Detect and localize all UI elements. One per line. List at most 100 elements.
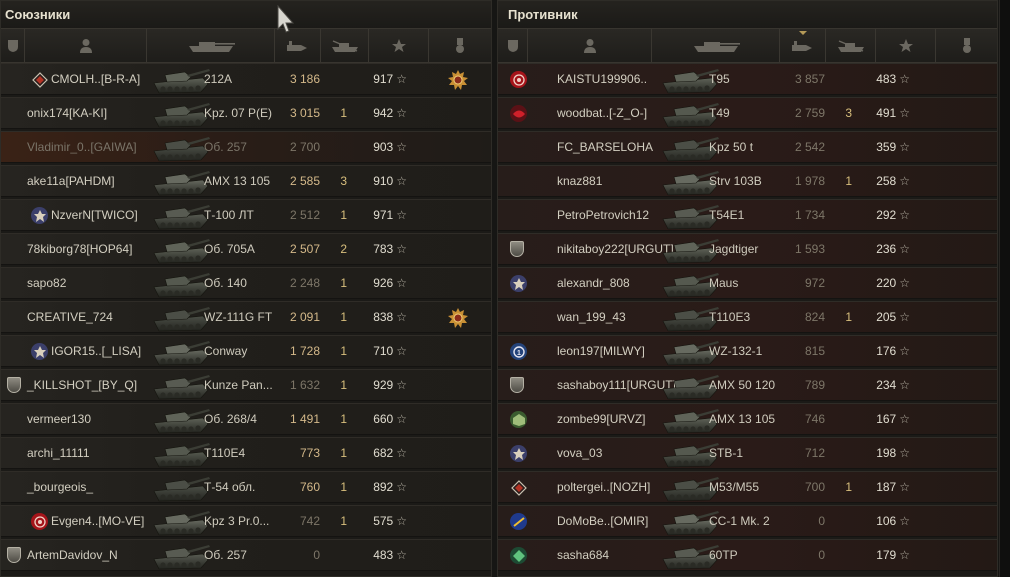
xp-cell: 258 ☆ — [850, 166, 910, 197]
player-name[interactable]: PetroPetrovich12 — [557, 200, 649, 231]
player-row[interactable]: CREATIVE_724 WZ-111G FT 2 091 1 838 ☆ — [1, 301, 491, 333]
player-name[interactable]: zombe99[URVZ] — [557, 404, 645, 435]
vehicle-name: Об. 257 — [204, 548, 247, 562]
player-row[interactable]: СМОLH..[B-R-A] 212А 3 186 917 ☆ — [1, 63, 491, 95]
damage-value: 972 — [804, 276, 825, 290]
player-name[interactable]: woodbat..[-Z_O-] — [557, 98, 647, 129]
clan-emblem-icon — [510, 105, 527, 122]
player-name[interactable]: DoMoBe..[OMIR] — [557, 506, 648, 537]
damage-value: 1 593 — [794, 242, 825, 256]
player-name[interactable]: vermeer130 — [27, 404, 91, 435]
player-name[interactable]: alexandr_808 — [557, 268, 630, 299]
xp-cell: 198 ☆ — [850, 438, 910, 469]
vehicle-name: 60TP — [709, 548, 738, 562]
player-row[interactable]: nikitaboy222[URGUT] Jagdtiger 1 593 236 ☆ — [498, 233, 997, 265]
player-column-header[interactable] — [25, 29, 147, 62]
player-row[interactable]: knaz881 Strv 103B 1 978 1 258 ☆ — [498, 165, 997, 197]
player-row[interactable]: onix174[KA-KI] Kpz. 07 P(E) 3 015 1 942 ☆ — [1, 97, 491, 129]
player-row[interactable]: zombe99[URVZ] AMX 13 105 746 167 ☆ — [498, 403, 997, 435]
medal-icon[interactable] — [448, 308, 468, 328]
player-name[interactable]: sasha684 — [557, 540, 609, 571]
player-row[interactable]: sasha684 60TP 0 179 ☆ — [498, 539, 997, 571]
player-name[interactable]: _bourgeois_ — [27, 472, 93, 503]
damage-column-header[interactable] — [780, 29, 826, 62]
vehicle-name: T95 — [709, 72, 730, 86]
player-name[interactable]: NzverN[TWICO] — [51, 200, 138, 231]
player-name[interactable]: _KILLSHOT_[BY_Q] — [27, 370, 137, 401]
xp-cell: 292 ☆ — [850, 200, 910, 231]
player-name[interactable]: leon197[MILWY] — [557, 336, 645, 367]
player-name[interactable]: archi_11111 — [27, 438, 90, 469]
player-name[interactable]: СМОLH..[B-R-A] — [51, 64, 140, 95]
rank-column-header[interactable] — [498, 29, 528, 62]
player-row[interactable]: sapo82 Об. 140 2 248 1 926 ☆ — [1, 267, 491, 299]
player-row[interactable]: vova_03 STB-1 712 198 ☆ — [498, 437, 997, 469]
player-row[interactable]: _bourgeois_ Т-54 обл. 760 1 892 ☆ — [1, 471, 491, 503]
star-icon: ☆ — [396, 174, 407, 188]
damage-column-header[interactable] — [275, 29, 321, 62]
player-row[interactable]: alexandr_808 Maus 972 220 ☆ — [498, 267, 997, 299]
xp-cell: 167 ☆ — [850, 404, 910, 435]
player-row[interactable]: wan_199_43 T110E3 824 1 205 ☆ — [498, 301, 997, 333]
player-row[interactable]: PetroPetrovich12 T54E1 1 734 292 ☆ — [498, 199, 997, 231]
player-column-header[interactable] — [528, 29, 652, 62]
player-row[interactable]: NzverN[TWICO] Т-100 ЛТ 2 512 1 971 ☆ — [1, 199, 491, 231]
kills-value: 1 — [845, 174, 852, 188]
player-name[interactable]: onix174[KA-KI] — [27, 98, 107, 129]
player-name[interactable]: vova_03 — [557, 438, 602, 469]
player-row[interactable]: FC_BARSELOHA Kpz 50 t 2 542 359 ☆ — [498, 131, 997, 163]
tank-icon — [151, 405, 211, 434]
player-name[interactable]: 78kiborg78[HOP64] — [27, 234, 132, 265]
player-name[interactable]: ake11a[PAHDM] — [27, 166, 115, 197]
player-row[interactable]: poltergei..[NOZH] M53/M55 700 1 187 ☆ — [498, 471, 997, 503]
vehicle-name: CC-1 Mk. 2 — [709, 514, 770, 528]
player-name[interactable]: CREATIVE_724 — [27, 302, 113, 333]
tank-column-header[interactable] — [147, 29, 275, 62]
player-name[interactable]: wan_199_43 — [557, 302, 626, 333]
damage-value: 773 — [299, 446, 320, 460]
player-name[interactable]: nikitaboy222[URGUT] — [557, 234, 674, 265]
damage-value: 1 978 — [794, 174, 825, 188]
tank-icon — [151, 235, 211, 264]
player-row[interactable]: DoMoBe..[OMIR] CC-1 Mk. 2 0 106 ☆ — [498, 505, 997, 537]
player-name[interactable]: sapo82 — [27, 268, 66, 299]
player-name[interactable]: Evgen4..[MO-VE] — [51, 506, 144, 537]
player-row[interactable]: 78kiborg78[HOP64] Об. 705А 2 507 2 783 ☆ — [1, 233, 491, 265]
player-name[interactable]: ArtemDavidov_N — [27, 540, 118, 571]
player-row[interactable]: _KILLSHOT_[BY_Q] Kunze Pan... 1 632 1 929 ☆ — [1, 369, 491, 401]
player-row[interactable]: KAISTU199906.. T95 3 857 483 ☆ — [498, 63, 997, 95]
player-name[interactable]: KAISTU199906.. — [557, 64, 647, 95]
player-row[interactable]: vermeer130 Об. 268/4 1 491 1 660 ☆ — [1, 403, 491, 435]
medal-column-header[interactable] — [936, 29, 997, 62]
xp-column-header[interactable] — [369, 29, 429, 62]
player-name[interactable]: sashaboy111[URGUT] — [557, 370, 676, 401]
player-row[interactable]: ake11a[PAHDM] AMX 13 105 2 585 3 910 ☆ — [1, 165, 491, 197]
star-icon: ☆ — [396, 344, 407, 358]
player-name[interactable]: IGOR15..[_LISA] — [51, 336, 141, 367]
clan-emblem-icon: 1 — [510, 343, 527, 360]
player-row[interactable]: Evgen4..[MO-VE] Kpz 3 Pr.0... 742 1 575 ☆ — [1, 505, 491, 537]
player-row[interactable]: sashaboy111[URGUT] AMX 50 120 789 234 ☆ — [498, 369, 997, 401]
xp-cell: 359 ☆ — [850, 132, 910, 163]
player-name[interactable]: knaz881 — [557, 166, 602, 197]
medal-icon[interactable] — [448, 70, 468, 90]
player-row[interactable]: woodbat..[-Z_O-] T49 2 759 3 491 ☆ — [498, 97, 997, 129]
kills-column-header[interactable] — [826, 29, 876, 62]
rank-column-header[interactable] — [1, 29, 25, 62]
player-row[interactable]: IGOR15..[_LISA] Conway 1 728 1 710 ☆ — [1, 335, 491, 367]
kills-column-header[interactable] — [321, 29, 369, 62]
player-row[interactable]: Vladimir_0..[GAIWA] Об. 257 2 700 903 ☆ — [1, 131, 491, 163]
damage-shell-icon — [286, 40, 307, 51]
player-name[interactable]: Vladimir_0..[GAIWA] — [27, 132, 137, 163]
player-row[interactable]: ArtemDavidov_N Об. 257 0 483 ☆ — [1, 539, 491, 571]
player-row[interactable]: 1 leon197[MILWY] WZ-132-1 815 176 ☆ — [498, 335, 997, 367]
side-scrollbar[interactable] — [999, 0, 1010, 577]
xp-column-header[interactable] — [876, 29, 936, 62]
medal-column-header[interactable] — [429, 29, 491, 62]
tank-column-header[interactable] — [652, 29, 780, 62]
star-icon: ☆ — [899, 344, 910, 358]
player-name[interactable]: FC_BARSELOHA — [557, 132, 653, 163]
player-row[interactable]: archi_11111 T110E4 773 1 682 ☆ — [1, 437, 491, 469]
damage-value: 3 857 — [794, 72, 825, 86]
player-name[interactable]: poltergei..[NOZH] — [557, 472, 650, 503]
